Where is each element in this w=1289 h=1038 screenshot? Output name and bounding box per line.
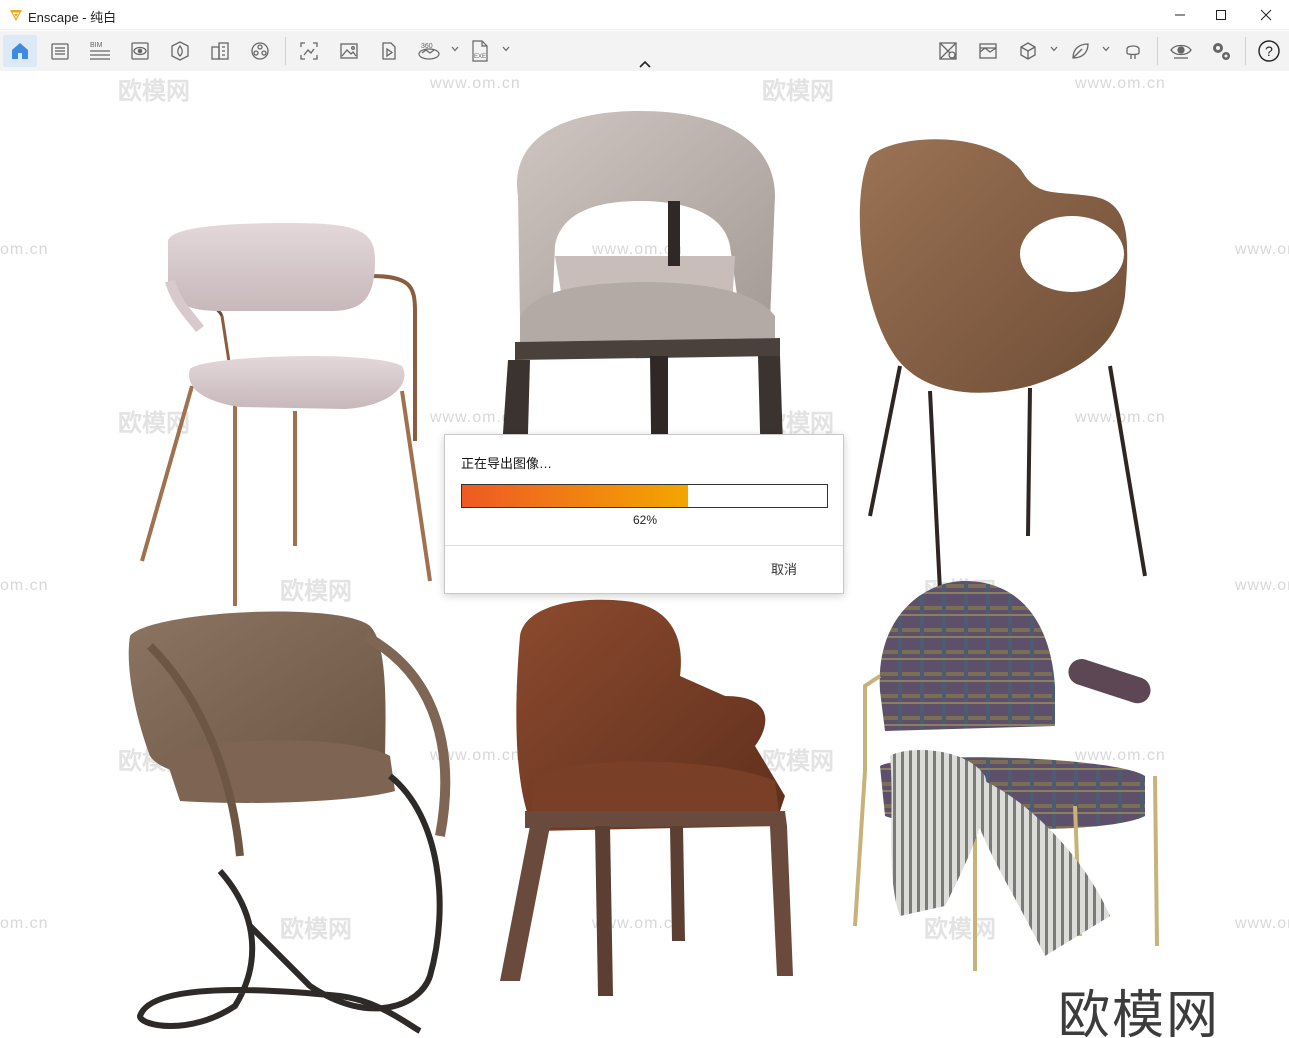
chevron-down-icon[interactable] <box>450 44 460 54</box>
watermark: 欧模网 <box>118 78 190 105</box>
toolbar-separator <box>1245 37 1246 65</box>
help-button[interactable]: ? <box>1252 35 1286 67</box>
export-progress-bar <box>461 484 828 508</box>
home-button[interactable] <box>3 35 37 67</box>
watermark: om.cn <box>0 241 49 258</box>
maximize-button[interactable] <box>1198 0 1244 30</box>
leaf-asset-icon <box>1072 43 1089 59</box>
asset-library-icon <box>251 42 269 60</box>
bim-icon: BIM <box>90 42 110 60</box>
asset-library-button[interactable] <box>243 35 277 67</box>
export-progress-dialog: 正在导出图像… 62% 取消 <box>444 434 844 594</box>
screenshot-icon <box>300 42 318 60</box>
collapse-toolbar-icon[interactable] <box>637 58 653 70</box>
vr-headset-icon <box>1126 45 1140 59</box>
cognac-leather-dining-chair-image <box>500 599 793 996</box>
window-title: Enscape - 纯白 <box>28 10 117 25</box>
visibility-eye-icon <box>1170 44 1192 59</box>
watermark: www.om.cn <box>1235 915 1289 932</box>
chevron-down-icon[interactable] <box>1101 44 1111 54</box>
plaid-fabric-chair-image <box>853 581 1159 971</box>
svg-text:EXE: EXE <box>474 54 486 60</box>
minimize-icon <box>1175 14 1185 16</box>
toolbar-separator <box>285 37 286 65</box>
watermark: www.om.cn <box>1075 75 1166 92</box>
asset-button[interactable] <box>1063 35 1097 67</box>
video-icon <box>382 42 396 60</box>
batch-render-button[interactable] <box>931 35 965 67</box>
watermark: www.om.cn <box>1235 577 1289 594</box>
close-button[interactable] <box>1243 0 1289 30</box>
help-icon: ? <box>1258 40 1280 62</box>
visual-settings-button[interactable] <box>123 35 157 67</box>
site-context-button[interactable] <box>203 35 237 67</box>
export-exe-icon: EXE <box>472 40 488 62</box>
visibility-button[interactable] <box>1164 35 1198 67</box>
home-icon <box>12 43 28 59</box>
render-image-icon <box>340 43 358 59</box>
close-icon <box>1260 9 1272 21</box>
brand-watermark: 欧模网 <box>1058 986 1221 1038</box>
settings-button[interactable] <box>1204 35 1238 67</box>
watermark: www.om.cn <box>1235 241 1289 258</box>
batch-render-icon <box>939 42 957 60</box>
render-image-button[interactable] <box>332 35 366 67</box>
svg-text:?: ? <box>1265 43 1273 59</box>
video-editor-button[interactable] <box>372 35 406 67</box>
screenshot-button[interactable] <box>292 35 326 67</box>
svg-text:BIM: BIM <box>90 42 103 49</box>
watermark: om.cn <box>0 915 49 932</box>
title-bar: Enscape - 纯白 <box>0 0 1289 30</box>
object-button[interactable] <box>1011 35 1045 67</box>
toolbar-separator <box>1157 37 1158 65</box>
bim-button[interactable]: BIM <box>83 35 117 67</box>
enscape-logo-icon <box>10 10 22 21</box>
chevron-down-icon[interactable] <box>501 44 511 54</box>
progress-percent-label: 62% <box>632 513 658 527</box>
object-cube-icon <box>1020 42 1036 60</box>
views-button[interactable] <box>43 35 77 67</box>
watermark: 欧模网 <box>762 78 834 105</box>
cancel-button[interactable]: 取消 <box>771 559 797 578</box>
image-map-icon <box>979 43 997 59</box>
chevron-down-icon[interactable] <box>1049 44 1059 54</box>
image-map-button[interactable] <box>971 35 1005 67</box>
panorama-button[interactable]: 360 <box>412 35 446 67</box>
panorama-360-icon: 360 <box>418 43 440 60</box>
wooden-shell-chair-image <box>859 139 1147 592</box>
material-editor-icon <box>171 41 189 61</box>
export-message: 正在导出图像… <box>461 456 553 471</box>
vr-headset-button[interactable] <box>1116 35 1150 67</box>
watermark: om.cn <box>0 577 49 594</box>
dialog-divider <box>445 545 843 546</box>
pink-fabric-chair-image <box>140 223 432 606</box>
brown-leather-lounge-chair-image <box>128 611 451 1034</box>
maximize-icon <box>1216 10 1226 20</box>
progress-fill <box>462 485 689 507</box>
export-exe-button[interactable]: EXE <box>463 35 497 67</box>
views-icon <box>51 43 69 60</box>
settings-gears-icon <box>1213 43 1230 60</box>
visual-settings-icon <box>131 42 149 60</box>
watermark: www.om.cn <box>430 75 521 92</box>
minimize-button[interactable] <box>1157 0 1203 30</box>
site-context-icon <box>211 42 229 60</box>
material-editor-button[interactable] <box>163 35 197 67</box>
